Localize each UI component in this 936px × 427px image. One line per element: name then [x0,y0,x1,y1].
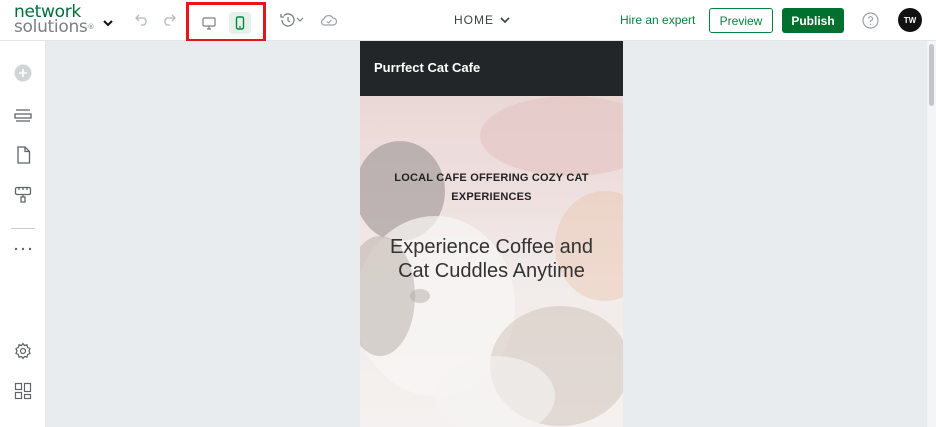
canvas-scrollbar-thumb[interactable] [929,44,934,106]
more-options-icon[interactable] [12,238,34,260]
settings-gear-icon[interactable] [12,340,34,362]
mobile-view-button[interactable] [229,12,251,34]
undo-icon[interactable] [134,12,150,28]
hero-kicker[interactable]: LOCAL CAFE OFFERING COZY CAT EXPERIENCES [376,169,607,207]
mobile-preview-frame[interactable]: Purrfect Cat Cafe LOCAL CAFE OFFERING CO… [360,41,623,427]
editor-canvas: Purrfect Cat Cafe LOCAL CAFE OFFERING CO… [47,41,927,427]
logo-line2: solutions® [14,17,95,37]
user-avatar[interactable]: TW [898,8,922,32]
design-paint-roller-icon[interactable] [12,184,34,206]
page-selector[interactable]: HOME [454,12,510,28]
desktop-icon [202,16,216,30]
preview-button[interactable]: Preview [709,8,773,33]
top-toolbar: network solutions® HOME Hire an expert P… [0,0,936,42]
hire-expert-link[interactable]: Hire an expert [620,13,695,27]
chevron-down-icon [500,17,510,24]
sidebar-divider [11,228,35,229]
site-header[interactable]: Purrfect Cat Cafe [360,41,623,96]
mobile-phone-icon [235,16,245,30]
apps-layout-icon[interactable] [12,380,34,402]
sections-icon[interactable] [12,104,34,126]
cloud-save-icon[interactable] [320,12,338,28]
hero-section[interactable]: LOCAL CAFE OFFERING COZY CAT EXPERIENCES… [360,96,623,427]
site-title[interactable]: Purrfect Cat Cafe [374,60,480,75]
pages-icon[interactable] [12,144,34,166]
device-toggle-group [186,2,266,42]
add-element-icon[interactable] [12,62,34,84]
brand-logo[interactable]: network solutions® [14,4,95,37]
logo-registered-mark: ® [87,23,95,31]
page-selector-label: HOME [454,13,494,27]
history-icon[interactable] [279,12,305,28]
logo-line2-text: solutions [14,17,88,37]
desktop-view-button[interactable] [198,12,220,34]
left-sidebar [0,41,46,427]
publish-button[interactable]: Publish [782,8,844,33]
logo-menu-chevron-down-icon[interactable] [103,15,113,27]
hero-heading[interactable]: Experience Coffee and Cat Cuddles Anytim… [380,235,603,283]
help-icon[interactable] [862,12,879,29]
redo-icon[interactable] [161,12,177,28]
